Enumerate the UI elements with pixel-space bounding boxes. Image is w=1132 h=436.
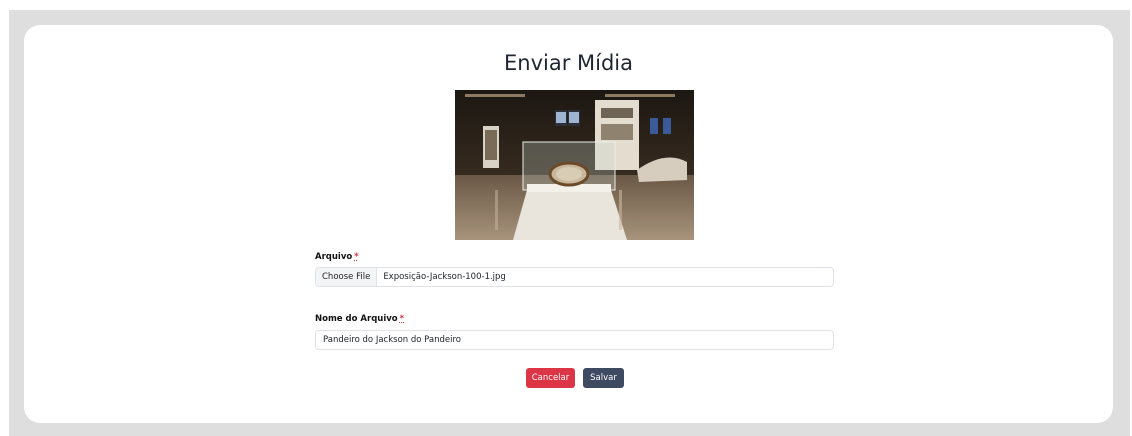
exhibition-photo [455,90,694,240]
filename-label-text: Nome do Arquivo [315,314,398,324]
filename-field-label: Nome do Arquivo * [315,314,404,324]
upload-card: Enviar Mídia Arquivo * Choose File Expos… [24,25,1113,423]
filename-required-mark: * [399,314,405,324]
image-preview [455,90,694,240]
choose-file-button[interactable]: Choose File [316,268,378,286]
file-field-label: Arquivo * [315,252,359,262]
file-label-text: Arquivo [315,252,353,262]
page-title: Enviar Mídia [503,51,633,75]
filename-input[interactable] [323,335,833,345]
file-required-mark: * [354,252,359,262]
cancel-button[interactable]: Cancelar [526,368,575,388]
selected-file-name: Exposição-Jackson-100-1.jpg [383,272,506,282]
save-button[interactable]: Salvar [583,368,624,388]
page-frame: Enviar Mídia Arquivo * Choose File Expos… [9,10,1130,436]
file-input[interactable]: Choose File Exposição-Jackson-100-1.jpg [315,267,834,287]
filename-field[interactable] [315,330,834,350]
